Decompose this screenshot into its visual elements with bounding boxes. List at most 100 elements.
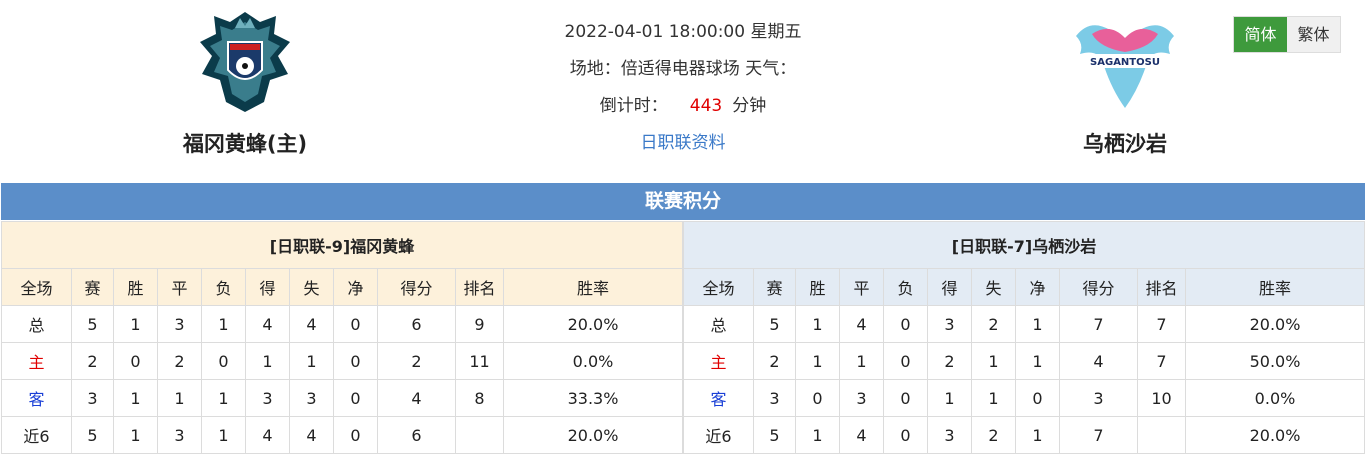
table-cell: 1 [1015,305,1060,343]
table-cell: 3 [157,416,202,454]
table-cell: 1 [157,379,202,417]
column-header: 平 [839,268,884,306]
home-team-logo[interactable] [190,8,300,118]
table-cell: 4 [377,379,456,417]
table-header-row: 全场赛胜平负得失净得分 排名 胜率 [683,268,1365,306]
home-standings-panel: [日职联-9]福冈黄蜂 全场赛胜平负得失净得分 排名 胜率总 5 1 3 1 4 4 0 6 9 20.0… [1,221,683,454]
table-cell: 6 [377,305,456,343]
table-cell: 5 [71,416,114,454]
column-header: 排名 [455,268,504,306]
column-header: 得 [245,268,290,306]
table-cell: 4 [245,305,290,343]
countdown-unit: 分钟 [732,96,767,116]
home-standings-table: [日职联-9]福冈黄蜂 全场赛胜平负得失净得分 排名 胜率总 5 1 3 1 4 4 0 6 9 20.0… [1,221,683,454]
table-cell: 3 [289,379,334,417]
countdown-value: 443 [689,96,723,116]
column-header: 排名 [1137,268,1186,306]
match-header: 福冈黄蜂(主) 2022-04-01 18:00:00 星期五 场地：倍适得电器… [0,0,1366,183]
table-cell: 1 [289,342,334,380]
table-cell: 1 [113,379,158,417]
table-cell: 3 [157,305,202,343]
table-cell: 0 [201,342,246,380]
home-table-caption-row: [日职联-9]福冈黄蜂 [1,221,683,269]
traditional-chinese-button[interactable]: 繁体 [1287,17,1340,52]
table-row: 总 5 1 4 0 3 2 1 7 7 20.0% [683,305,1365,343]
table-cell: 20.0% [503,305,683,343]
table-cell: 0 [333,379,378,417]
simplified-chinese-button[interactable]: 简体 [1234,17,1287,52]
column-header: 全场 [1,268,72,306]
table-cell: 4 [839,305,884,343]
table-cell: 10 [1137,379,1186,417]
table-cell: 0 [113,342,158,380]
column-header: 全场 [683,268,754,306]
table-cell: 1 [201,379,246,417]
column-header: 胜 [795,268,840,306]
column-header: 得 [927,268,972,306]
table-cell: 2 [927,342,972,380]
table-cell: 1 [971,342,1016,380]
home-table-caption: [日职联-9]福冈黄蜂 [1,221,683,269]
table-cell: 1 [1015,416,1060,454]
table-row: 近6 5 1 4 0 3 2 1 7 20.0% [683,416,1365,454]
table-cell: 4 [289,305,334,343]
table-cell: 20.0% [1185,416,1365,454]
row-label: 近6 [1,416,72,454]
table-cell: 4 [839,416,884,454]
table-cell: 0.0% [503,342,683,380]
away-logo-wordmark: SAGANTOSU [1090,57,1160,68]
table-cell: 7 [1137,305,1186,343]
table-cell: 3 [927,416,972,454]
table-cell: 2 [377,342,456,380]
table-cell: 33.3% [503,379,683,417]
table-cell: 7 [1059,305,1138,343]
table-cell: 1 [113,305,158,343]
table-cell: 2 [71,342,114,380]
table-cell [1137,416,1186,454]
table-cell: 11 [455,342,504,380]
home-team: 福冈黄蜂(主) [140,8,350,158]
table-cell: 1 [201,305,246,343]
countdown-label: 倒计时： [599,96,668,116]
column-header: 胜 [113,268,158,306]
table-cell: 3 [927,305,972,343]
table-cell: 1 [245,342,290,380]
table-row: 客 3 1 1 1 3 3 0 4 8 33.3% [1,379,683,417]
table-cell: 1 [795,416,840,454]
row-label: 总 [1,305,72,343]
table-cell: 4 [289,416,334,454]
away-table-caption: [日职联-7]乌栖沙岩 [683,221,1365,269]
away-team-logo[interactable]: SAGANTOSU [1070,8,1180,118]
table-cell [455,416,504,454]
table-cell: 3 [753,379,796,417]
table-row: 近6 5 1 3 1 4 4 0 6 20.0% [1,416,683,454]
table-cell: 4 [245,416,290,454]
table-cell: 7 [1137,342,1186,380]
column-header: 平 [157,268,202,306]
row-label: 近6 [683,416,754,454]
table-cell: 2 [157,342,202,380]
column-header: 胜率 [1185,268,1365,306]
table-cell: 1 [201,416,246,454]
table-cell: 0.0% [1185,379,1365,417]
table-cell: 0 [1015,379,1060,417]
table-cell: 1 [795,342,840,380]
table-cell: 0 [333,305,378,343]
table-cell: 2 [971,416,1016,454]
table-cell: 2 [753,342,796,380]
language-switch: 简体 繁体 [1233,16,1341,53]
row-label: 总 [683,305,754,343]
table-cell: 0 [883,305,928,343]
match-info: 2022-04-01 18:00:00 星期五 场地：倍适得电器球场 天气： 倒… [483,14,883,162]
table-cell: 20.0% [1185,305,1365,343]
table-cell: 20.0% [503,416,683,454]
column-header: 得分 [377,268,456,306]
table-cell: 0 [333,416,378,454]
league-info-link[interactable]: 日职联资料 [641,133,726,153]
table-cell: 3 [71,379,114,417]
table-cell: 5 [753,305,796,343]
row-label: 客 [683,379,754,417]
column-header: 负 [883,268,928,306]
away-standings-panel: [日职联-7]乌栖沙岩 全场赛胜平负得失净得分 排名 胜率总 5 1 4 0 3 2 1 7 7 20.0… [683,221,1365,454]
table-cell: 3 [1059,379,1138,417]
